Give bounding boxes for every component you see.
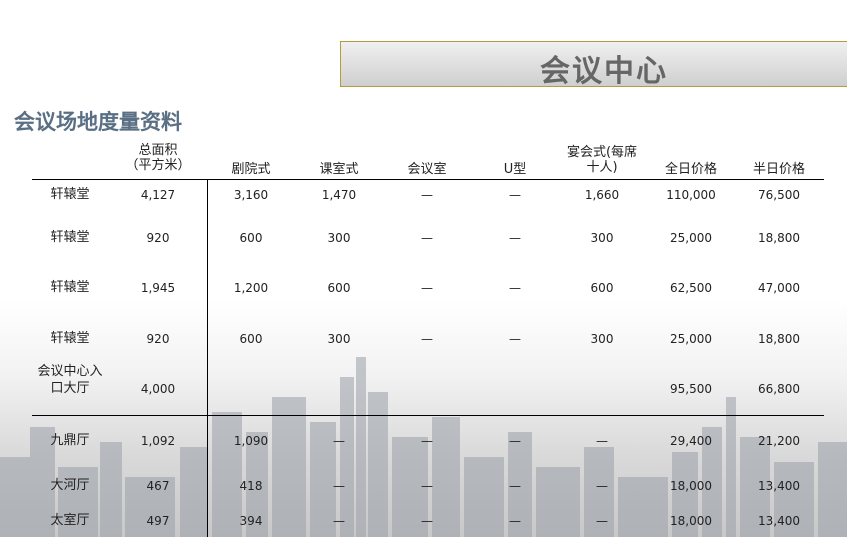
cell-theater: 418 [239,479,263,493]
cell-ushape: — [509,188,521,202]
cell-classroom: — [333,434,345,448]
section-rule [32,415,824,416]
cell-area: 4,000 [140,382,176,396]
venue-name: 太室厅 [50,513,90,528]
cell-classroom: — [333,479,345,493]
header-banquet-line2: 十人) [586,160,618,175]
cell-half-day: 47,000 [758,281,800,295]
cell-half-day: 13,400 [758,514,800,528]
cell-ushape: — [509,434,521,448]
header-half-day: 半日价格 [752,162,805,177]
cell-banquet: 300 [590,231,614,245]
venue-name: 轩辕堂 [50,187,90,202]
cell-ushape: — [509,231,521,245]
cell-full-day: 18,000 [670,479,712,493]
cell-area: 497 [146,514,170,528]
header-classroom: 课室式 [319,162,359,177]
cell-theater: 1,090 [233,434,269,448]
cell-full-day: 25,000 [670,332,712,346]
cell-full-day: 25,000 [670,231,712,245]
header-full-day: 全日价格 [664,162,717,177]
cell-ushape: — [509,332,521,346]
header-banquet-line1: 宴会式(每席 [566,145,638,160]
header-area: 总面积 （平方米） [118,143,198,173]
name-column-rule [207,179,208,537]
cell-half-day: 21,200 [758,434,800,448]
cell-area: 920 [146,231,170,245]
header-theater: 剧院式 [231,162,271,177]
cell-half-day: 76,500 [758,188,800,202]
header-banquet: 宴会式(每席 十人) [552,145,652,175]
cell-boardroom: — [421,434,433,448]
cell-ushape: — [509,479,521,493]
venue-name: 轩辕堂 [50,280,90,295]
cell-classroom: 1,470 [321,188,357,202]
cell-classroom: 300 [327,332,351,346]
cell-banquet: — [596,514,608,528]
cell-half-day: 18,800 [758,231,800,245]
header-area-line2: （平方米） [125,158,191,173]
cell-full-day: 29,400 [670,434,712,448]
cell-banquet: — [596,479,608,493]
venue-table: 总面积 （平方米） 剧院式 课室式 会议室 U型 宴会式(每席 十人) 全日价格… [0,0,847,537]
cell-banquet: 600 [590,281,614,295]
cell-area: 467 [146,479,170,493]
cell-area: 1,945 [140,281,176,295]
cell-boardroom: — [421,281,433,295]
cell-area: 1,092 [140,434,176,448]
cell-boardroom: — [421,332,433,346]
cell-full-day: 95,500 [670,382,712,396]
cell-theater: 3,160 [233,188,269,202]
venue-name: 九鼎厅 [50,433,90,448]
cell-banquet: 1,660 [584,188,620,202]
cell-theater: 1,200 [233,281,269,295]
cell-banquet: 300 [590,332,614,346]
cell-boardroom: — [421,479,433,493]
header-ushape: U型 [503,162,527,177]
venue-name: 轩辕堂 [50,230,90,245]
cell-ushape: — [509,514,521,528]
venue-name: 会议中心入 [37,364,103,379]
cell-classroom: — [333,514,345,528]
cell-half-day: 13,400 [758,479,800,493]
cell-classroom: 600 [327,281,351,295]
header-boardroom: 会议室 [407,162,447,177]
cell-boardroom: — [421,188,433,202]
cell-full-day: 110,000 [666,188,716,202]
cell-banquet: — [596,434,608,448]
cell-theater: 394 [239,514,263,528]
venue-name: 轩辕堂 [50,331,90,346]
cell-area: 4,127 [140,188,176,202]
cell-ushape: — [509,281,521,295]
cell-half-day: 66,800 [758,382,800,396]
cell-theater: 600 [239,332,263,346]
header-area-line1: 总面积 [138,143,178,158]
cell-full-day: 18,000 [670,514,712,528]
cell-boardroom: — [421,231,433,245]
venue-name: 大河厅 [50,478,90,493]
header-rule [32,179,824,180]
cell-theater: 600 [239,231,263,245]
cell-classroom: 300 [327,231,351,245]
venue-name: 口大厅 [50,381,90,396]
cell-full-day: 62,500 [670,281,712,295]
cell-boardroom: — [421,514,433,528]
cell-half-day: 18,800 [758,332,800,346]
cell-area: 920 [146,332,170,346]
